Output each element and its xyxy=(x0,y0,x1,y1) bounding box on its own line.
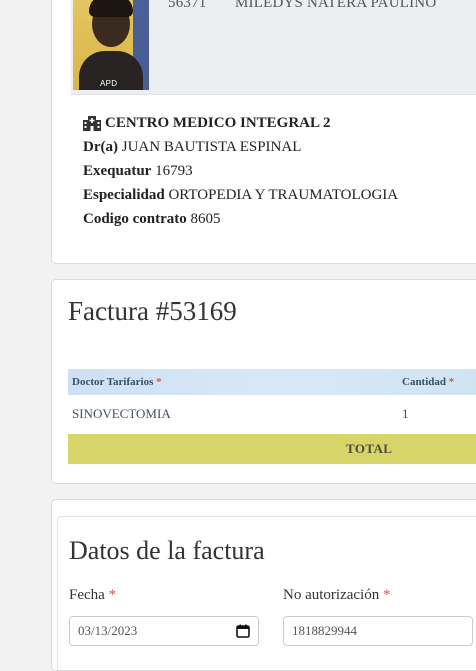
clinic-name-row: CENTRO MEDICO INTEGRAL 2 xyxy=(83,111,398,135)
doctor-name: JUAN BAUTISTA ESPINAL xyxy=(121,139,302,155)
auth-label: No autorización * xyxy=(283,587,391,603)
exequatur-label: Exequatur xyxy=(83,163,152,179)
date-input[interactable]: 03/13/2023 xyxy=(69,616,259,646)
patient-id: 56371 xyxy=(168,0,207,11)
details-panel: Datos de la factura Fecha * No autorizac… xyxy=(57,516,476,670)
total-row: TOTAL xyxy=(68,434,476,464)
contract-row: Codigo contrato 8605 xyxy=(83,207,398,231)
contract-value: 8605 xyxy=(190,211,221,227)
patient-header: APD 56371 MILEDYS NATERA PAULINO xyxy=(71,0,476,95)
authorization-input[interactable]: 1818829944 xyxy=(283,616,473,646)
row-item: SINOVECTOMIA xyxy=(72,406,171,421)
hospital-icon xyxy=(83,115,101,131)
invoice-table-header: Doctor Tarifarios * Cantidad * xyxy=(68,369,476,395)
patient-photo: APD xyxy=(73,0,149,90)
column-quantity: Cantidad * xyxy=(402,376,455,388)
patient-card: APD 56371 MILEDYS NATERA PAULINO CENTRO … xyxy=(51,0,476,264)
specialty-label: Especialidad xyxy=(83,187,165,203)
patient-name: MILEDYS NATERA PAULINO xyxy=(235,0,437,11)
table-row: SINOVECTOMIA 1 xyxy=(68,395,476,434)
clinic-info: CENTRO MEDICO INTEGRAL 2 Dr(a) JUAN BAUT… xyxy=(83,111,398,231)
doctor-row: Dr(a) JUAN BAUTISTA ESPINAL xyxy=(83,135,398,159)
date-value: 03/13/2023 xyxy=(78,623,138,638)
exequatur-value: 16793 xyxy=(155,163,193,179)
row-quantity: 1 xyxy=(402,406,409,421)
doctor-label: Dr(a) xyxy=(83,139,118,155)
invoice-table: Doctor Tarifarios * Cantidad * SINOVECTO… xyxy=(68,369,476,464)
details-title: Datos de la factura xyxy=(69,536,265,565)
calendar-icon[interactable] xyxy=(236,624,250,638)
date-label: Fecha * xyxy=(69,587,117,603)
column-doctor: Doctor Tarifarios * xyxy=(72,376,162,388)
contract-label: Codigo contrato xyxy=(83,211,187,227)
invoice-card: Factura #53169 Doctor Tarifarios * Canti… xyxy=(51,279,476,484)
exequatur-row: Exequatur 16793 xyxy=(83,159,398,183)
specialty-value: ORTOPEDIA Y TRAUMATOLOGIA xyxy=(168,187,399,203)
invoice-details-card: Datos de la factura Fecha * No autorizac… xyxy=(51,499,476,671)
specialty-row: Especialidad ORTOPEDIA Y TRAUMATOLOGIA xyxy=(83,183,398,207)
authorization-value: 1818829944 xyxy=(292,623,357,638)
clinic-name: CENTRO MEDICO INTEGRAL 2 xyxy=(105,115,331,131)
photo-tag: APD xyxy=(97,79,121,88)
total-label: TOTAL xyxy=(346,441,393,456)
invoice-title: Factura #53169 xyxy=(68,296,237,326)
